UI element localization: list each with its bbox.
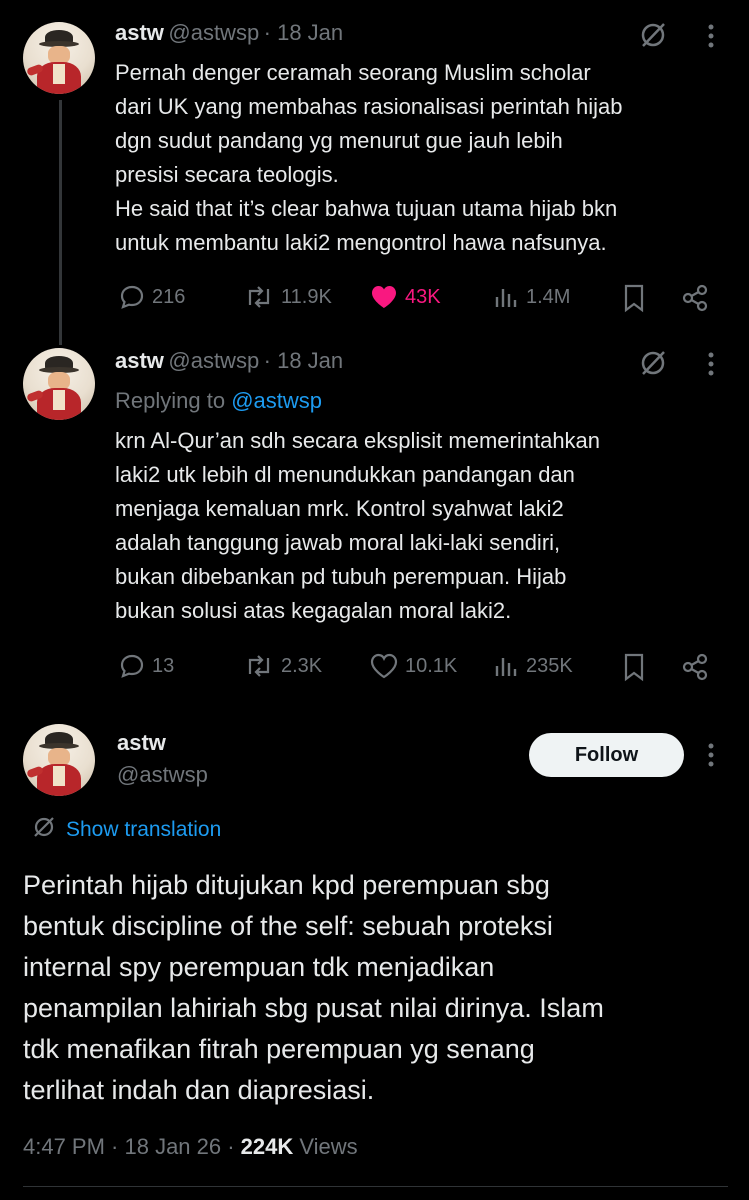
repost-count: 11.9K bbox=[281, 285, 332, 308]
avatar[interactable] bbox=[23, 22, 95, 94]
views-icon bbox=[494, 652, 520, 680]
views-button[interactable]: 235K bbox=[494, 652, 573, 680]
display-name[interactable]: astw bbox=[115, 20, 164, 45]
reply-icon bbox=[118, 283, 146, 311]
repost-button[interactable]: 11.9K bbox=[243, 283, 332, 311]
follow-button[interactable]: Follow bbox=[529, 733, 684, 777]
show-translation-label: Show translation bbox=[66, 818, 222, 841]
tweet-header: astw @astwsp · 18 Jan bbox=[115, 20, 343, 46]
heart-icon bbox=[369, 283, 399, 311]
bookmark-icon[interactable] bbox=[622, 652, 646, 687]
translate-icon bbox=[32, 815, 56, 845]
views-icon bbox=[494, 283, 520, 311]
tweet-timestamp[interactable]: 4:47 PM · 18 Jan 26 · bbox=[23, 1134, 241, 1159]
user-handle[interactable]: @astwsp bbox=[168, 20, 259, 45]
display-name[interactable]: astw bbox=[115, 348, 164, 373]
tweet-header: astw @astwsp · 18 Jan bbox=[115, 348, 343, 374]
avatar[interactable] bbox=[23, 348, 95, 420]
tweet-date[interactable]: · 18 Jan bbox=[264, 20, 344, 45]
reply-button[interactable]: 13 bbox=[118, 652, 174, 680]
grok-icon[interactable] bbox=[638, 348, 668, 383]
views-count: 1.4M bbox=[526, 285, 571, 308]
share-icon[interactable] bbox=[680, 283, 710, 318]
like-count: 43K bbox=[405, 285, 441, 308]
views-button[interactable]: 1.4M bbox=[494, 283, 570, 311]
more-icon[interactable] bbox=[706, 350, 716, 383]
tweet-meta: 4:47 PM · 18 Jan 26 · 224K Views bbox=[23, 1134, 358, 1160]
heart-icon bbox=[369, 652, 399, 680]
reply-count: 216 bbox=[152, 285, 186, 308]
repost-icon bbox=[243, 283, 275, 311]
replying-to-prefix: Replying to bbox=[115, 388, 232, 413]
views-count: 224K bbox=[240, 1134, 294, 1159]
reply-button[interactable]: 216 bbox=[118, 283, 185, 311]
views-label: Views bbox=[293, 1134, 358, 1159]
avatar[interactable] bbox=[23, 724, 95, 796]
like-button[interactable]: 43K bbox=[369, 283, 441, 311]
like-count: 10.1K bbox=[405, 654, 458, 677]
display-name[interactable]: astw bbox=[117, 730, 166, 756]
reply-icon bbox=[118, 652, 146, 680]
user-handle[interactable]: @astwsp bbox=[168, 348, 259, 373]
share-icon[interactable] bbox=[680, 652, 710, 687]
repost-button[interactable]: 2.3K bbox=[243, 652, 322, 680]
more-icon[interactable] bbox=[706, 741, 716, 774]
like-button[interactable]: 10.1K bbox=[369, 652, 457, 680]
more-icon[interactable] bbox=[706, 22, 716, 55]
show-translation-link[interactable]: Show translation bbox=[32, 815, 221, 845]
replying-to-link[interactable]: @astwsp bbox=[231, 388, 322, 413]
tweet-date[interactable]: · 18 Jan bbox=[264, 348, 344, 373]
bookmark-icon[interactable] bbox=[622, 283, 646, 318]
reply-count: 13 bbox=[152, 654, 175, 677]
replying-to: Replying to @astwsp bbox=[115, 388, 322, 414]
repost-count: 2.3K bbox=[281, 654, 323, 677]
user-handle[interactable]: @astwsp bbox=[117, 762, 208, 788]
main-tweet-text: Perintah hijab ditujukan kpd perempuan s… bbox=[23, 870, 604, 1105]
grok-icon[interactable] bbox=[638, 20, 668, 55]
divider bbox=[23, 1186, 728, 1187]
tweet-text: krn Al-Qur’an sdh secara eksplisit memer… bbox=[115, 428, 601, 623]
thread-line bbox=[59, 100, 62, 345]
tweet-text: Pernah denger ceramah seorang Muslim sch… bbox=[115, 60, 623, 255]
views-count: 235K bbox=[526, 654, 573, 677]
repost-icon bbox=[243, 652, 275, 680]
